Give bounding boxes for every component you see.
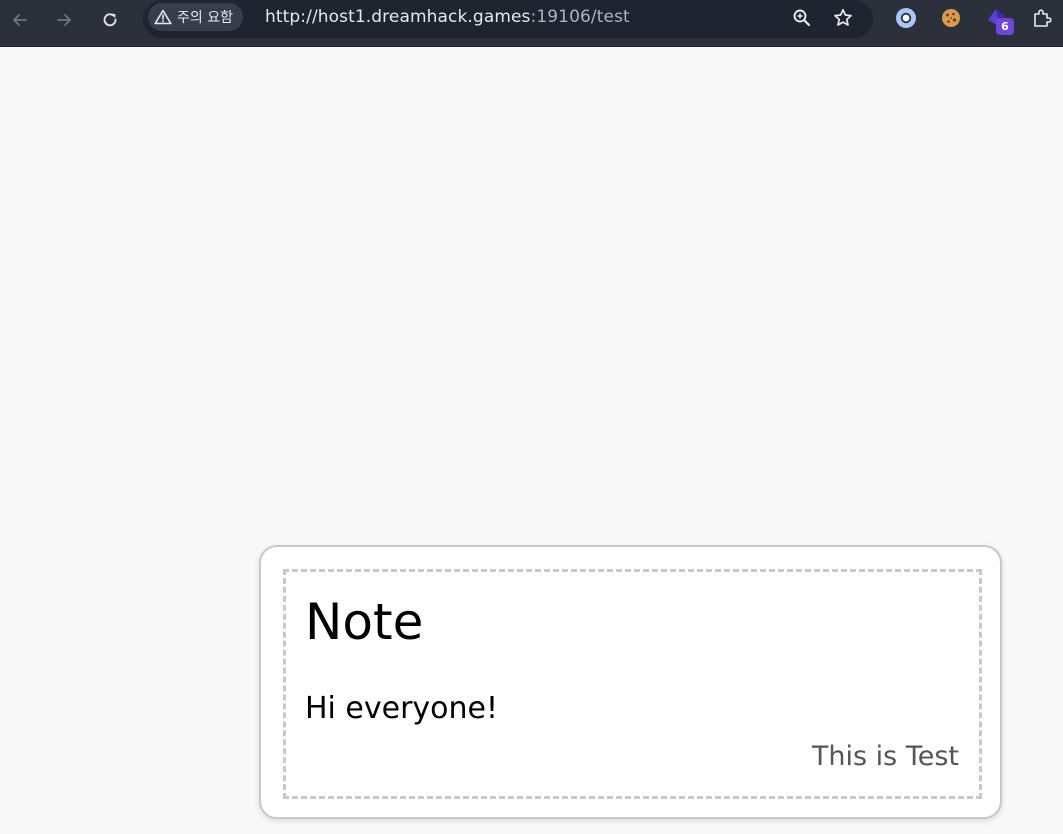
- circle-extension-icon: [896, 8, 916, 28]
- extension-circle-button[interactable]: [894, 6, 918, 30]
- warning-icon: [154, 9, 172, 25]
- url-text[interactable]: http://host1.dreamhack.games:19106/test: [265, 7, 630, 27]
- forward-button[interactable]: [51, 7, 77, 33]
- forward-arrow-icon: [57, 14, 71, 26]
- note-dashed-frame: Note Hi everyone! This is Test: [283, 569, 982, 799]
- url-host: http://host1.dreamhack.games: [265, 7, 531, 27]
- note-body: Hi everyone!: [305, 691, 499, 726]
- star-icon: [834, 8, 852, 26]
- url-path: :19106/test: [530, 7, 630, 27]
- back-button[interactable]: [7, 7, 33, 33]
- extension-cookie-button[interactable]: [939, 6, 963, 30]
- note-title: Note: [305, 593, 424, 651]
- zoom-icon: [793, 9, 811, 27]
- reload-button[interactable]: [97, 7, 123, 33]
- zoom-button[interactable]: [791, 7, 813, 29]
- note-card: Note Hi everyone! This is Test: [259, 545, 1002, 819]
- note-footer: This is Test: [811, 741, 959, 772]
- puzzle-icon: [1034, 9, 1052, 27]
- extensions-menu-button[interactable]: [1030, 6, 1054, 30]
- cookie-icon: [942, 9, 960, 27]
- security-indicator[interactable]: 주의 요함: [148, 3, 243, 31]
- extension-badge: 6: [996, 18, 1014, 35]
- browser-toolbar: 주의 요함 http://host1.dreamhack.games:19106…: [0, 0, 1063, 47]
- reload-icon: [103, 13, 117, 27]
- bookmark-button[interactable]: [832, 7, 854, 29]
- security-label: 주의 요함: [177, 10, 233, 26]
- back-arrow-icon: [13, 14, 27, 26]
